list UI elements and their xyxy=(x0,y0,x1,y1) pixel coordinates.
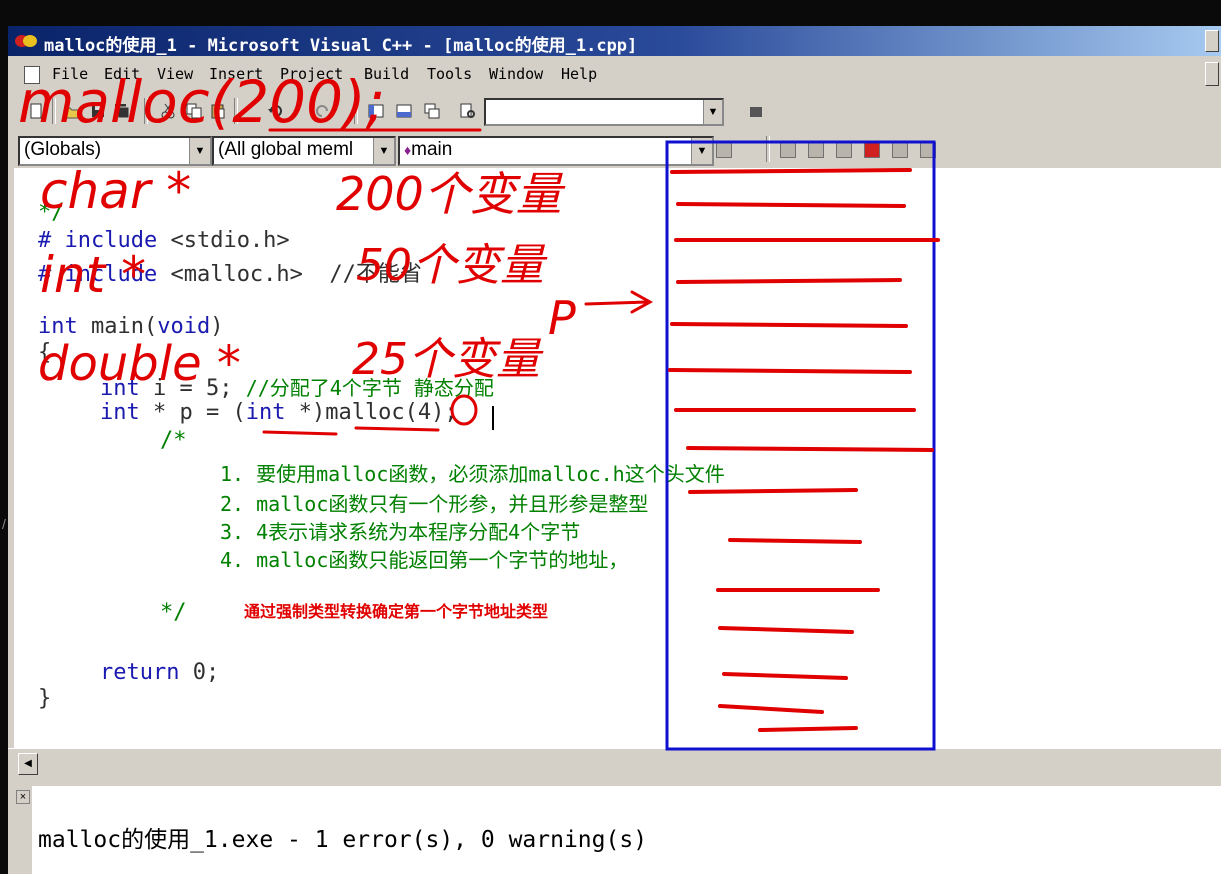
note-line-4: 4. malloc函数只能返回第一个字节的地址， xyxy=(220,548,629,572)
window-list-icon[interactable] xyxy=(422,101,442,121)
menu-help[interactable]: Help xyxy=(561,65,597,83)
menu-file[interactable]: File xyxy=(52,65,88,83)
save-icon[interactable] xyxy=(88,101,108,121)
scroll-left-button[interactable]: ◀ xyxy=(18,753,38,775)
mdi-control-button[interactable] xyxy=(1205,62,1219,86)
menu-project[interactable]: Project xyxy=(280,65,343,83)
output-pane[interactable]: × malloc的使用_1.exe - 1 error(s), 0 warnin… xyxy=(8,786,1221,874)
chevron-down-icon[interactable]: ▼ xyxy=(691,138,712,164)
keyword-int: int xyxy=(100,400,140,425)
menu-view[interactable]: View xyxy=(157,65,193,83)
block-comment-open: /* xyxy=(160,428,187,453)
standard-toolbar: ▼ xyxy=(8,92,1221,130)
main-name: main( xyxy=(77,314,158,339)
member-wizard-icon[interactable] xyxy=(808,142,824,158)
red-annotation-text: 通过强制类型转换确定第一个字节地址类型 xyxy=(244,604,549,621)
hand-icon[interactable] xyxy=(920,142,936,158)
top-black-band xyxy=(0,0,1221,26)
horizontal-scrollbar[interactable]: ◀ xyxy=(8,748,1221,779)
left-edge-mark: / xyxy=(2,516,6,532)
include-directive: # include xyxy=(38,228,158,253)
new-file-icon[interactable] xyxy=(26,101,46,121)
brace-close: } xyxy=(38,686,52,711)
copy-icon[interactable] xyxy=(184,101,204,121)
scope-combo[interactable]: (Globals) ▼ xyxy=(18,136,212,166)
workspace-icon[interactable] xyxy=(366,101,386,121)
toolbar-separator xyxy=(234,98,238,124)
block-comment-close: */ xyxy=(160,600,187,625)
cut-icon[interactable] xyxy=(158,101,178,121)
function-name: main xyxy=(411,139,453,160)
find-combo[interactable]: ▼ xyxy=(484,98,724,126)
find-in-files-icon[interactable] xyxy=(458,101,478,121)
window-title: malloc的使用_1 - Microsoft Visual C++ - [ma… xyxy=(44,36,638,56)
statement: *)malloc(4); xyxy=(285,400,458,425)
document-icon[interactable] xyxy=(24,66,40,84)
chevron-down-icon[interactable]: ▼ xyxy=(373,138,394,164)
statement: i = 5; xyxy=(139,376,246,401)
scope-combo-value: (Globals) xyxy=(24,139,102,160)
note-line-1: 1. 要使用malloc函数，必须添加malloc.h这个头文件 xyxy=(220,462,725,486)
keyword-void: void xyxy=(157,314,211,339)
menu-window[interactable]: Window xyxy=(489,65,543,83)
menu-edit[interactable]: Edit xyxy=(104,65,140,83)
menu-insert[interactable]: Insert xyxy=(209,65,263,83)
menu-build[interactable]: Build xyxy=(364,65,409,83)
close-icon[interactable]: × xyxy=(16,790,30,804)
code-line-include-malloc: # include <malloc.h> //不能省 xyxy=(38,256,422,288)
open-folder-icon[interactable] xyxy=(62,101,82,121)
wizard-bar: (Globals) ▼ (All global meml ▼ ♦main ▼ xyxy=(8,130,1221,168)
execute-icon[interactable] xyxy=(864,142,880,158)
function-combo-value: ♦main xyxy=(404,139,452,161)
keyword-int: int xyxy=(245,400,286,425)
line-comment: //分配了4个字节 静态分配 xyxy=(245,376,494,400)
compile-icon[interactable] xyxy=(836,142,852,158)
members-combo[interactable]: (All global meml ▼ xyxy=(212,136,396,166)
redo-icon[interactable] xyxy=(312,101,332,121)
paren-close: ) xyxy=(210,314,224,339)
note-line-3: 3. 4表示请求系统为本程序分配4个字节 xyxy=(220,520,581,544)
output-icon[interactable] xyxy=(394,101,414,121)
toolbar-separator xyxy=(766,136,770,162)
brace-open: { xyxy=(38,340,52,365)
keyword-int: int xyxy=(38,314,78,339)
toolbar-separator xyxy=(144,98,148,124)
breakpoint-icon[interactable] xyxy=(892,142,908,158)
code-line-include-stdio: # include <stdio.h> xyxy=(38,228,290,253)
build-output-message: malloc的使用_1.exe - 1 error(s), 0 warning(… xyxy=(38,827,648,853)
find-icon[interactable] xyxy=(746,101,766,121)
menu-tools[interactable]: Tools xyxy=(427,65,472,83)
paste-icon[interactable] xyxy=(208,101,228,121)
window-control-button[interactable] xyxy=(1205,30,1219,52)
class-wizard-icon[interactable] xyxy=(780,142,796,158)
code-line-return: return 0; xyxy=(100,660,219,685)
include-target: <malloc.h> //不能省 xyxy=(157,262,422,287)
include-directive: # include xyxy=(38,262,158,287)
toolbar-separator xyxy=(354,98,358,124)
wizard-icon[interactable] xyxy=(716,142,732,158)
keyword-int: int xyxy=(100,376,140,401)
statement: 0; xyxy=(179,660,220,685)
save-all-icon[interactable] xyxy=(112,101,132,121)
keyword-return: return xyxy=(100,660,180,685)
find-dropdown-arrow[interactable]: ▼ xyxy=(703,100,722,124)
toolbar-separator xyxy=(52,98,56,124)
output-side-bar: × xyxy=(8,786,32,874)
members-combo-value: (All global meml xyxy=(218,139,354,160)
note-line-2: 2. malloc函数只有一个形参，并且形参是整型 xyxy=(220,492,649,516)
title-bar[interactable]: malloc的使用_1 - Microsoft Visual C++ - [ma… xyxy=(8,26,1221,56)
text-cursor xyxy=(492,406,494,430)
menu-bar: File Edit View Insert Project Build Tool… xyxy=(8,56,1221,92)
function-combo[interactable]: ♦main ▼ xyxy=(398,136,714,166)
code-line-int-i: int i = 5; //分配了4个字节 静态分配 xyxy=(100,372,494,401)
include-target: <stdio.h> xyxy=(157,228,290,253)
code-line-main: int main(void) xyxy=(38,314,223,339)
app-icon xyxy=(15,35,37,47)
code-editor[interactable]: */ # include <stdio.h> # include <malloc… xyxy=(14,168,1221,748)
code-line-malloc: int * p = (int *)malloc(4); xyxy=(100,400,458,425)
statement: * p = ( xyxy=(139,400,246,425)
chevron-down-icon[interactable]: ▼ xyxy=(189,138,210,164)
undo-icon[interactable] xyxy=(266,101,286,121)
comment-end: */ xyxy=(38,200,65,225)
